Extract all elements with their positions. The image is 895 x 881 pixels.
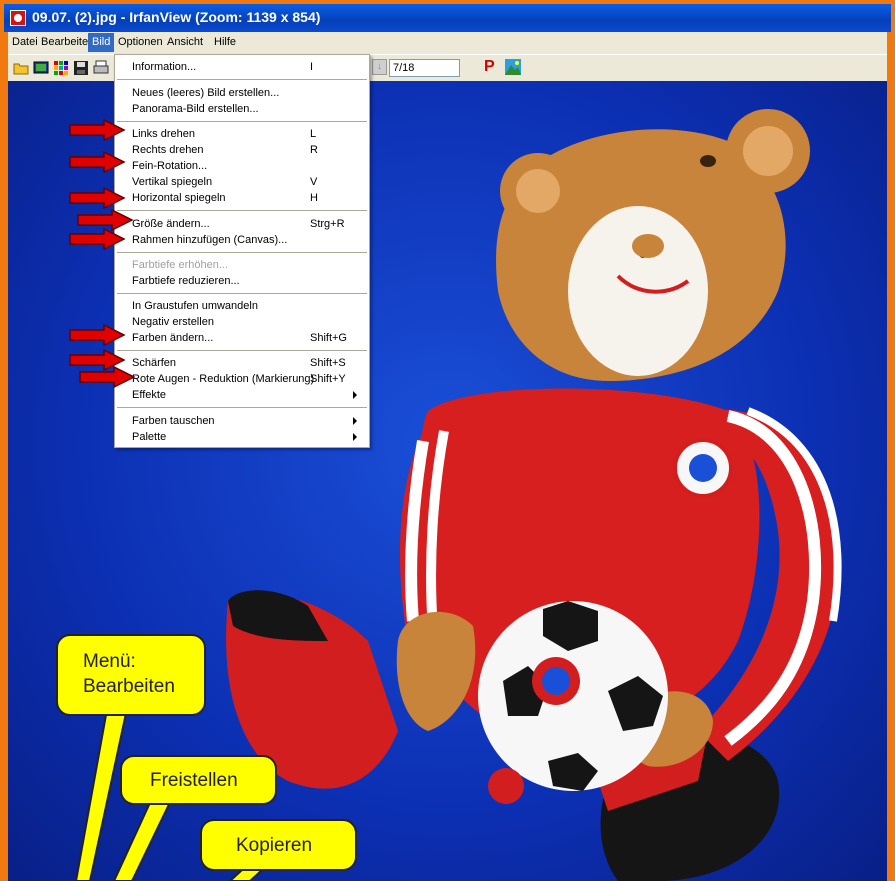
callout-text-line2: Bearbeiten xyxy=(83,676,175,697)
callout-text-line1: Menü: xyxy=(83,651,136,672)
irfanview-window: 09.07. (2).jpg - IrfanView (Zoom: 1139 x… xyxy=(4,4,891,881)
callout-menu-bearbeiten: Menü: Bearbeiten xyxy=(56,634,206,716)
callout-text: Freistellen xyxy=(150,770,238,791)
callout-tails xyxy=(74,703,265,881)
callout-freistellen: Freistellen xyxy=(120,755,277,805)
callout-text: Kopieren xyxy=(236,835,313,856)
callout-kopieren: Kopieren xyxy=(200,819,357,871)
